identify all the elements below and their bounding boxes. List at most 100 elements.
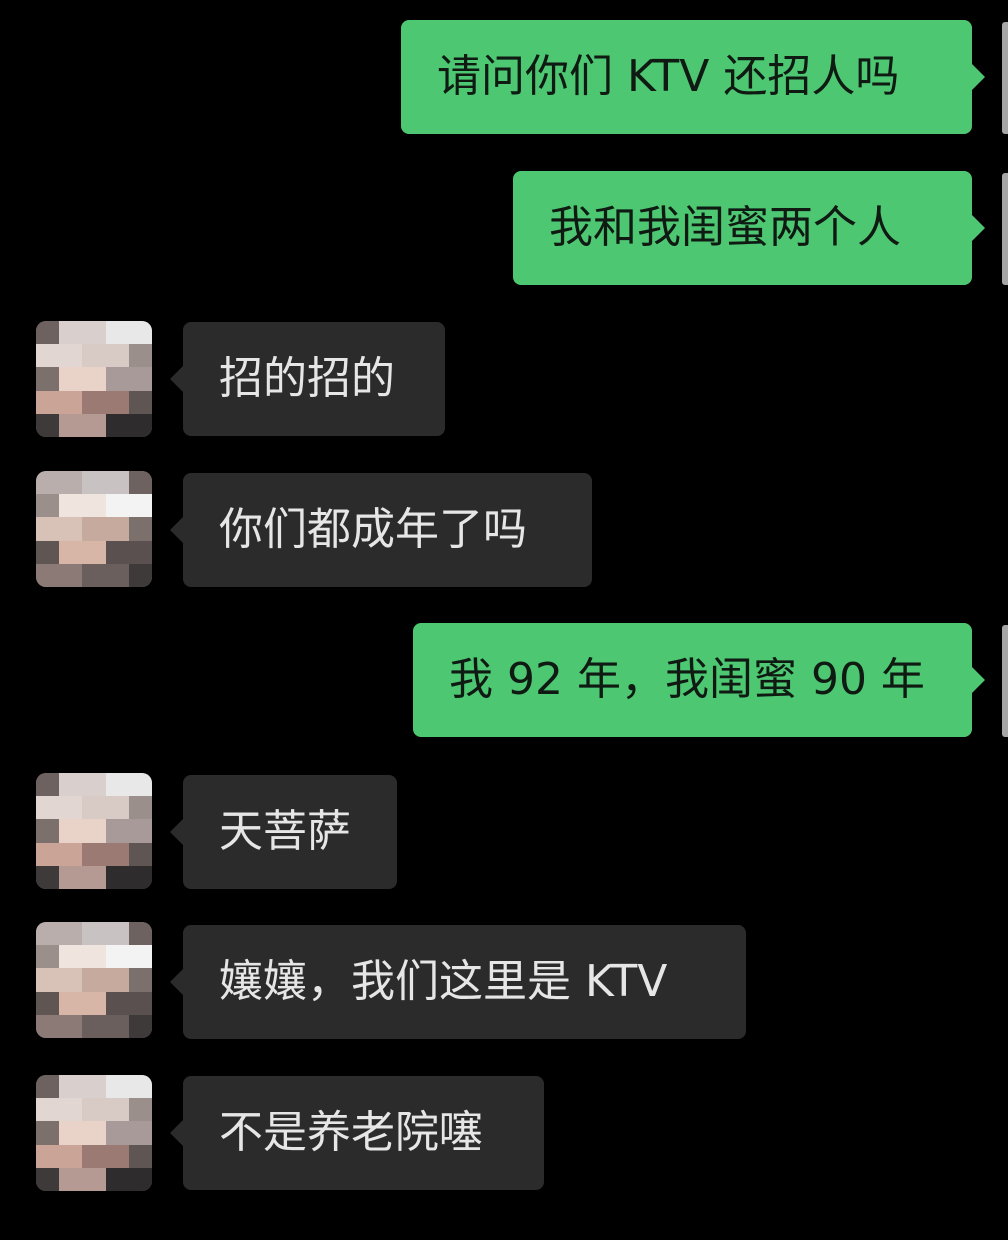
avatar-mosaic-cell	[105, 1144, 129, 1168]
avatar-mosaic-cell	[36, 1121, 60, 1145]
avatar-mosaic-cell	[59, 842, 83, 866]
avatar-mosaic-cell	[128, 968, 152, 992]
my-avatar-edge	[1002, 173, 1008, 285]
avatar-mosaic-cell	[82, 471, 106, 495]
avatar-mosaic-cell	[82, 968, 106, 992]
contact-avatar[interactable]	[36, 471, 152, 587]
avatar-mosaic-cell	[105, 865, 129, 889]
avatar-mosaic-cell	[128, 1121, 152, 1145]
my-avatar-edge	[1002, 625, 1008, 737]
avatar-mosaic-cell	[36, 968, 60, 992]
avatar-mosaic-cell	[105, 842, 129, 866]
avatar-mosaic-cell	[36, 1167, 60, 1191]
avatar-mosaic-cell	[59, 563, 83, 587]
avatar-mosaic-cell	[82, 563, 106, 587]
avatar-mosaic-cell	[128, 321, 152, 345]
avatar-mosaic-cell	[82, 819, 106, 843]
avatar-mosaic-cell	[128, 471, 152, 495]
message-text: 招的招的	[219, 353, 395, 404]
avatar-mosaic-cell	[36, 413, 60, 437]
avatar-mosaic-cell	[128, 773, 152, 797]
avatar-mosaic-cell	[82, 517, 106, 541]
avatar-mosaic-cell	[36, 1014, 60, 1038]
avatar-mosaic-cell	[105, 367, 129, 391]
avatar-mosaic-cell	[82, 540, 106, 564]
avatar-mosaic-cell	[82, 1167, 106, 1191]
avatar-mosaic-cell	[105, 494, 129, 518]
avatar-mosaic-cell	[128, 517, 152, 541]
avatar-mosaic-cell	[36, 563, 60, 587]
avatar-mosaic-cell	[82, 865, 106, 889]
avatar-mosaic-cell	[36, 1144, 60, 1168]
avatar-mosaic-cell	[128, 842, 152, 866]
avatar-mosaic-cell	[105, 540, 129, 564]
avatar-mosaic-cell	[128, 865, 152, 889]
message-text: 天菩萨	[219, 806, 351, 857]
avatar-mosaic-cell	[59, 367, 83, 391]
contact-avatar[interactable]	[36, 922, 152, 1038]
avatar-mosaic-cell	[36, 494, 60, 518]
avatar-mosaic-cell	[59, 796, 83, 820]
outgoing-message-bubble[interactable]: 请问你们 KTV 还招人吗	[401, 20, 985, 134]
avatar-mosaic-cell	[36, 540, 60, 564]
incoming-message-bubble[interactable]: 孃孃，我们这里是 KTV	[170, 925, 746, 1039]
avatar-mosaic-cell	[105, 922, 129, 946]
avatar-mosaic-cell	[105, 344, 129, 368]
avatar-mosaic-cell	[128, 344, 152, 368]
avatar-mosaic-cell	[59, 922, 83, 946]
avatar-mosaic-cell	[82, 1098, 106, 1122]
incoming-message-bubble[interactable]: 你们都成年了吗	[170, 473, 592, 587]
avatar-mosaic-cell	[36, 922, 60, 946]
avatar-mosaic-cell	[128, 1167, 152, 1191]
avatar-mosaic-cell	[59, 1144, 83, 1168]
avatar-mosaic-cell	[59, 991, 83, 1015]
avatar-mosaic-cell	[82, 1121, 106, 1145]
avatar-mosaic-cell	[59, 1075, 83, 1099]
avatar-mosaic-cell	[36, 321, 60, 345]
avatar-mosaic-cell	[128, 1014, 152, 1038]
avatar-mosaic-cell	[36, 865, 60, 889]
avatar-mosaic-cell	[105, 991, 129, 1015]
avatar-mosaic-cell	[105, 471, 129, 495]
incoming-message-bubble[interactable]: 天菩萨	[170, 775, 397, 889]
avatar-mosaic-cell	[59, 773, 83, 797]
avatar-mosaic-cell	[105, 1014, 129, 1038]
avatar-mosaic-cell	[105, 1167, 129, 1191]
avatar-mosaic-cell	[82, 1075, 106, 1099]
avatar-mosaic-cell	[128, 796, 152, 820]
avatar-mosaic-cell	[128, 390, 152, 414]
avatar-mosaic-cell	[82, 945, 106, 969]
avatar-mosaic-cell	[82, 842, 106, 866]
avatar-mosaic-cell	[36, 1098, 60, 1122]
avatar-mosaic-cell	[105, 390, 129, 414]
avatar-mosaic-cell	[128, 1098, 152, 1122]
avatar-mosaic-cell	[59, 517, 83, 541]
message-text: 不是养老院噻	[219, 1107, 483, 1158]
avatar-mosaic-cell	[82, 773, 106, 797]
avatar-mosaic-cell	[128, 563, 152, 587]
incoming-message-bubble[interactable]: 不是养老院噻	[170, 1076, 544, 1190]
avatar-mosaic-cell	[59, 1098, 83, 1122]
avatar-mosaic-cell	[36, 773, 60, 797]
avatar-mosaic-cell	[59, 945, 83, 969]
avatar-mosaic-cell	[82, 390, 106, 414]
contact-avatar[interactable]	[36, 1075, 152, 1191]
chat-view: 请问你们 KTV 还招人吗 我和我闺蜜两个人 招的招的 你们都成年了吗 我 92…	[0, 0, 1008, 1240]
avatar-mosaic-cell	[59, 413, 83, 437]
avatar-mosaic-cell	[82, 991, 106, 1015]
message-text: 我和我闺蜜两个人	[549, 202, 901, 253]
avatar-mosaic-cell	[59, 865, 83, 889]
avatar-mosaic-cell	[105, 321, 129, 345]
avatar-mosaic-cell	[128, 1144, 152, 1168]
avatar-mosaic-cell	[36, 796, 60, 820]
contact-avatar[interactable]	[36, 321, 152, 437]
avatar-mosaic-cell	[82, 796, 106, 820]
outgoing-message-bubble[interactable]: 我和我闺蜜两个人	[513, 171, 985, 285]
my-avatar-edge	[1002, 22, 1008, 134]
avatar-mosaic-cell	[36, 344, 60, 368]
incoming-message-bubble[interactable]: 招的招的	[170, 322, 445, 436]
avatar-mosaic-cell	[128, 945, 152, 969]
contact-avatar[interactable]	[36, 773, 152, 889]
avatar-mosaic-cell	[36, 842, 60, 866]
outgoing-message-bubble[interactable]: 我 92 年，我闺蜜 90 年	[413, 623, 985, 737]
